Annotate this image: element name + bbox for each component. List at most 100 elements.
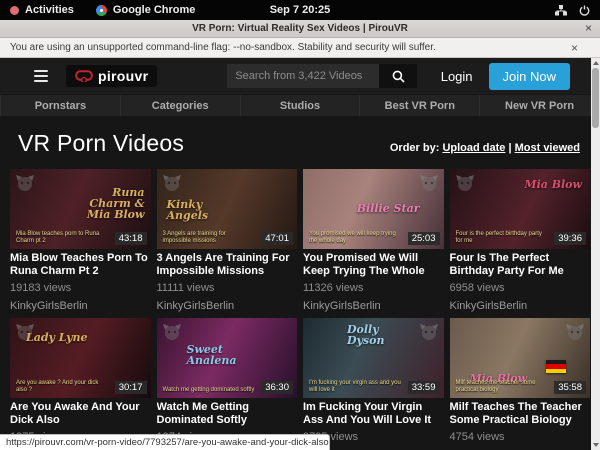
gnome-taskbar: Activities Google Chrome Sep 7 20:25: [0, 0, 600, 20]
german-flag-icon: [546, 360, 566, 373]
nav-item-categories[interactable]: Categories: [121, 95, 241, 116]
cat-mask-watermark-icon: [162, 173, 182, 198]
video-views: 6958 views: [450, 282, 591, 294]
search-input[interactable]: [227, 64, 379, 88]
video-thumbnail[interactable]: Mia Blow Milf teaches the teacher some p…: [450, 318, 591, 398]
duration-badge: 33:59: [408, 381, 440, 394]
power-icon[interactable]: [579, 5, 590, 16]
video-thumbnail[interactable]: Runa Charm & Mia Blow Mia Blow teaches p…: [10, 169, 151, 249]
browser-titlebar: VR Porn: Virtual Reality Sex Videos | Pi…: [0, 20, 600, 38]
search-button[interactable]: [379, 64, 417, 88]
duration-badge: 47:01: [261, 232, 293, 245]
thumbnail-overlay-name: Dolly Dyson: [347, 324, 417, 346]
video-card[interactable]: Dolly Dyson I'm fucking your virgin ass …: [303, 318, 444, 443]
nav-item-studios[interactable]: Studios: [241, 95, 361, 116]
nav-item-new[interactable]: New VR Porn: [480, 95, 600, 116]
thumbnail-caption: You promised we will keep trying the who…: [309, 231, 402, 245]
video-title[interactable]: You Promised We Will Keep Trying The Who…: [303, 252, 444, 278]
infobar-message: You are using an unsupported command-lin…: [10, 42, 571, 53]
network-icon[interactable]: [555, 5, 567, 16]
video-title[interactable]: Watch Me Getting Dominated Softly: [157, 401, 298, 427]
cat-mask-watermark-icon: [455, 173, 475, 198]
video-card[interactable]: Kinky Angels 3 Angels are training for i…: [157, 169, 298, 312]
join-now-button[interactable]: Join Now: [489, 63, 570, 90]
video-title[interactable]: 3 Angels Are Training For Impossible Mis…: [157, 252, 298, 278]
vr-goggles-icon: [75, 70, 93, 82]
chrome-infobar: You are using an unsupported command-lin…: [0, 38, 600, 58]
logo-text: pirouvr: [98, 68, 148, 84]
video-thumbnail[interactable]: Mia Blow Four is the perfect birthday pa…: [450, 169, 591, 249]
video-studio-link[interactable]: KinkyGirlsBerlin: [303, 300, 444, 312]
video-thumbnail[interactable]: Kinky Angels 3 Angels are training for i…: [157, 169, 298, 249]
video-card[interactable]: Runa Charm & Mia Blow Mia Blow teaches p…: [10, 169, 151, 312]
video-views: 4754 views: [450, 431, 591, 443]
duration-badge: 25:03: [408, 232, 440, 245]
video-title[interactable]: Four Is The Perfect Birthday Party For M…: [450, 252, 591, 278]
video-title[interactable]: Im Fucking Your Virgin Ass And You Will …: [303, 401, 444, 427]
order-upload-date-link[interactable]: Upload date: [442, 142, 505, 154]
duration-badge: 39:36: [554, 232, 586, 245]
scrollbar-thumb[interactable]: [592, 68, 599, 128]
infobar-close-icon[interactable]: ×: [571, 41, 578, 55]
thumbnail-overlay-name: Mia Blow: [524, 179, 582, 190]
video-views: 11111 views: [157, 282, 298, 294]
video-grid: Runa Charm & Mia Blow Mia Blow teaches p…: [10, 169, 590, 443]
nav-item-pornstars[interactable]: Pornstars: [0, 95, 121, 116]
video-views: 11326 views: [303, 282, 444, 294]
order-by: Order by: Upload date | Most viewed: [390, 142, 580, 157]
video-card[interactable]: Sweet Analena Watch me getting dominated…: [157, 318, 298, 443]
video-thumbnail[interactable]: Lady Lyne Are you awake ? And your dick …: [10, 318, 151, 398]
page-scrollbar[interactable]: [591, 58, 600, 450]
site-header: pirouvr Login Join Now: [0, 58, 600, 94]
video-card[interactable]: Mia Blow Four is the perfect birthday pa…: [450, 169, 591, 312]
thumbnail-overlay-name: Lady Lyne: [26, 332, 88, 343]
clock[interactable]: Sep 7 20:25: [0, 4, 600, 16]
video-thumbnail[interactable]: Dolly Dyson I'm fucking your virgin ass …: [303, 318, 444, 398]
video-card[interactable]: Mia Blow Milf teaches the teacher some p…: [450, 318, 591, 443]
duration-badge: 36:30: [261, 381, 293, 394]
duration-badge: 43:18: [115, 232, 147, 245]
window-close-icon[interactable]: ×: [585, 21, 592, 35]
thumbnail-caption: 3 Angels are training for impossible mis…: [163, 231, 256, 245]
nav-item-best[interactable]: Best VR Porn: [360, 95, 480, 116]
thumbnail-overlay-name: Kinky Angels: [167, 199, 237, 221]
video-thumbnail[interactable]: Sweet Analena Watch me getting dominated…: [157, 318, 298, 398]
thumbnail-caption: Milf teaches the teacher some practical …: [456, 380, 549, 394]
order-separator: |: [508, 142, 511, 154]
duration-badge: 30:17: [115, 381, 147, 394]
login-link[interactable]: Login: [441, 69, 473, 84]
order-most-viewed-link[interactable]: Most viewed: [515, 142, 580, 154]
duration-badge: 35:58: [554, 381, 586, 394]
cat-mask-watermark-icon: [565, 322, 585, 347]
search-icon: [392, 70, 405, 83]
hamburger-menu-icon[interactable]: [34, 70, 48, 82]
video-studio-link[interactable]: KinkyGirlsBerlin: [10, 300, 151, 312]
scrollbar-up-arrow-icon[interactable]: [593, 61, 599, 65]
cat-mask-watermark-icon: [419, 173, 439, 198]
video-studio-link[interactable]: KinkyGirlsBerlin: [450, 300, 591, 312]
main-nav: Pornstars Categories Studios Best VR Por…: [0, 94, 600, 116]
thumbnail-overlay-name: Billie Star: [357, 203, 420, 214]
video-thumbnail[interactable]: Billie Star You promised we will keep tr…: [303, 169, 444, 249]
video-title[interactable]: Milf Teaches The Teacher Some Practical …: [450, 401, 591, 427]
page-viewport: pirouvr Login Join Now Pornstars Categor…: [0, 58, 600, 450]
pirouvr-logo[interactable]: pirouvr: [66, 65, 157, 87]
video-card[interactable]: Billie Star You promised we will keep tr…: [303, 169, 444, 312]
thumbnail-caption: I'm fucking your virgin ass and you will…: [309, 380, 402, 394]
thumbnail-caption: Watch me getting dominated softly: [163, 387, 256, 394]
video-views: 19183 views: [10, 282, 151, 294]
status-url-bubble: https://pirouvr.com/vr-porn-video/779325…: [0, 434, 330, 450]
cat-mask-watermark-icon: [419, 322, 439, 347]
video-title[interactable]: Mia Blow Teaches Porn To Runa Charm Pt 2: [10, 252, 151, 278]
page-title: VR Porn Videos: [18, 130, 184, 157]
video-title[interactable]: Are You Awake And Your Dick Also: [10, 401, 151, 427]
video-card[interactable]: Lady Lyne Are you awake ? And your dick …: [10, 318, 151, 443]
thumbnail-caption: Four is the perfect birthday party for m…: [456, 231, 549, 245]
thumbnail-overlay-name: Sweet Analena: [187, 344, 257, 366]
cat-mask-watermark-icon: [15, 173, 35, 198]
video-studio-link[interactable]: KinkyGirlsBerlin: [157, 300, 298, 312]
scrollbar-down-arrow-icon[interactable]: [593, 443, 599, 447]
cat-mask-watermark-icon: [162, 322, 182, 347]
thumbnail-caption: Are you awake ? And your dick also ?: [16, 380, 109, 394]
window-title: VR Porn: Virtual Reality Sex Videos | Pi…: [0, 23, 600, 34]
